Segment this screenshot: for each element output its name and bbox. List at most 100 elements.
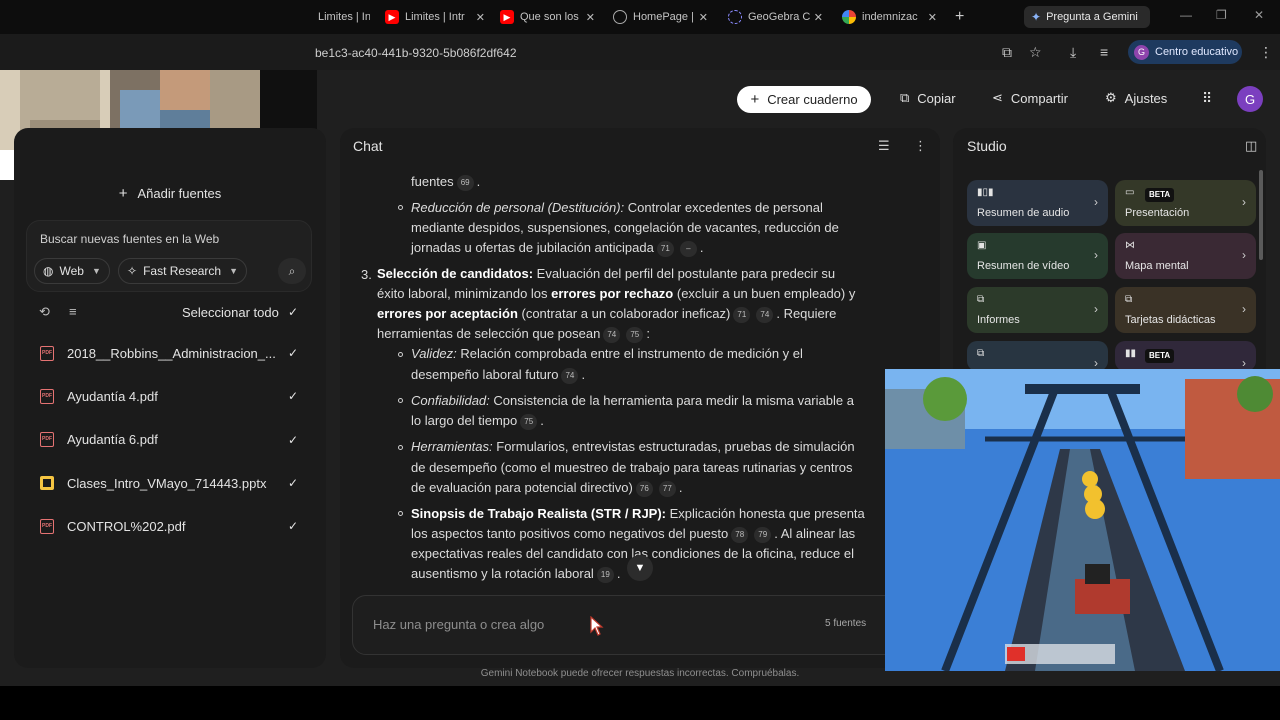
sort-icon[interactable]: ≡ [69, 304, 77, 319]
citation-chip[interactable]: 77 [658, 480, 676, 497]
maximize-icon[interactable]: ❐ [1216, 8, 1227, 22]
chat-options-icon[interactable]: ☰ [878, 138, 890, 154]
source-item[interactable]: PDF CONTROL%202.pdf [40, 516, 186, 536]
select-all-checkbox[interactable]: ✓ [286, 305, 300, 319]
settings-button[interactable]: ⚙ Ajustes [1105, 90, 1167, 106]
studio-card-video-summary[interactable]: ▣ Resumen de vídeo › [967, 233, 1108, 279]
address-bar [0, 34, 1280, 70]
studio-scrollbar[interactable] [1259, 170, 1263, 260]
browser-tab[interactable]: GeoGebra C ✕ [728, 6, 823, 28]
browser-tab[interactable]: HomePage | ✕ [613, 6, 708, 28]
source-item[interactable]: PDF 2018__Robbins__Administracion_... [40, 343, 276, 363]
share-label: Compartir [1010, 90, 1068, 106]
source-checkbox[interactable]: ✓ [286, 389, 300, 403]
citation-chip[interactable]: 78 [731, 526, 749, 543]
collapse-panel-icon[interactable]: ◫ [1245, 138, 1257, 154]
youtube-icon: ▶ [500, 10, 514, 24]
citation-chip[interactable]: 76 [635, 480, 653, 497]
scroll-down-button[interactable]: ▼ [627, 555, 653, 581]
mind-map-icon: ⋈ [1125, 240, 1135, 251]
studio-card-presentation[interactable]: ▭ BETA Presentación › [1115, 180, 1256, 226]
citation-chip[interactable]: 74 [756, 306, 774, 323]
settings-label: Ajustes [1124, 90, 1168, 106]
refresh-icon[interactable]: ⟲ [39, 304, 50, 320]
source-checkbox[interactable]: ✓ [286, 519, 300, 533]
research-chip-label: Fast Research [143, 264, 222, 278]
citation-chip[interactable]: 19 [596, 566, 614, 583]
plus-icon: + [118, 184, 128, 202]
new-tab-button[interactable]: + [955, 8, 964, 26]
minimize-icon[interactable]: — [1180, 8, 1192, 22]
create-notebook-button[interactable]: + Crear cuaderno [737, 86, 871, 113]
studio-card-audio-summary[interactable]: ▮▯▮ Resumen de audio › [967, 180, 1108, 226]
citation-chip[interactable]: 75 [626, 326, 644, 343]
citation-chip[interactable]: 79 [754, 526, 772, 543]
browser-menu-icon[interactable]: ⋮ [1259, 44, 1273, 61]
add-sources-button[interactable]: + Añadir fuentes [28, 180, 312, 206]
browser-tab[interactable]: ▶ Limites | Intr ✕ [385, 6, 485, 28]
chat-line: mediante despidos, suspensiones, congela… [411, 220, 839, 235]
apps-grid-icon[interactable]: ⠿ [1202, 90, 1212, 107]
citation-chip[interactable]: 71 [656, 240, 674, 257]
chat-line: de desempeño (como el muestreo de trabaj… [411, 460, 853, 475]
citation-chip[interactable]: – [679, 240, 697, 257]
studio-card-mind-map[interactable]: ⋈ Mapa mental › [1115, 233, 1256, 279]
citation-chip[interactable]: 71 [733, 306, 751, 323]
browser-tab[interactable]: ▶ Que son los ✕ [500, 6, 595, 28]
studio-card-partial-beta[interactable]: ▮▮ BETA › [1115, 341, 1256, 371]
share-button[interactable]: ⋖ Compartir [992, 90, 1068, 106]
audio-waveform-icon: ▮▯▮ [977, 187, 994, 198]
close-icon[interactable]: ✕ [928, 11, 937, 24]
source-count: 5 fuentes [825, 618, 867, 629]
slides-file-icon [40, 476, 54, 490]
tab-title: Que son los [520, 11, 579, 23]
studio-card-partial[interactable]: ⧉ › [967, 341, 1108, 371]
search-submit-button[interactable]: ⌕ [278, 258, 306, 284]
source-checkbox[interactable]: ✓ [286, 476, 300, 490]
download-icon[interactable]: ⤓ [1070, 44, 1076, 61]
ask-gemini-label: Pregunta a Gemini [1046, 11, 1138, 23]
copy-button[interactable]: ⧉ Copiar [900, 90, 956, 106]
window-close-icon[interactable]: ✕ [1254, 8, 1264, 22]
close-icon[interactable]: ✕ [814, 11, 823, 24]
chat-line: desempeño laboral futuro 74. [411, 367, 586, 384]
media-controls-icon[interactable]: ≡ [1100, 44, 1108, 60]
source-item[interactable]: Clases_Intro_VMayo_714443.pptx [40, 473, 266, 493]
profile-pill[interactable]: G Centro educativo [1128, 40, 1242, 64]
ask-gemini-button[interactable]: ✦ Pregunta a Gemini [1024, 6, 1150, 28]
close-icon[interactable]: ✕ [699, 11, 708, 24]
citation-chip[interactable]: 75 [520, 413, 538, 430]
video-icon: ▣ [977, 240, 987, 251]
browser-tab[interactable]: Limites | Intr [318, 6, 370, 28]
chevron-right-icon: › [1094, 302, 1098, 316]
source-item[interactable]: PDF Ayudantía 6.pdf [40, 429, 158, 449]
close-icon[interactable]: ✕ [476, 11, 485, 24]
source-item[interactable]: PDF Ayudantía 4.pdf [40, 386, 158, 406]
url-text[interactable]: be1c3-ac40-441b-9320-5b086f2df642 [315, 46, 517, 60]
chevron-right-icon: › [1094, 356, 1098, 370]
web-source-dropdown[interactable]: ◍ Web ▼ [34, 258, 110, 284]
chat-line: herramientas de selección que posean 74 75… [377, 326, 650, 343]
source-checkbox[interactable]: ✓ [286, 433, 300, 447]
search-icon: ⌕ [288, 263, 296, 278]
research-mode-dropdown[interactable]: ✧ Fast Research ▼ [118, 258, 248, 284]
citation-chip[interactable]: 69 [456, 174, 474, 191]
studio-card-flashcards[interactable]: ⧉ Tarjetas didácticas › [1115, 287, 1256, 333]
citation-chip[interactable]: 74 [603, 326, 621, 343]
studio-card-reports[interactable]: ⧉ Informes › [967, 287, 1108, 333]
close-icon[interactable]: ✕ [586, 11, 595, 24]
more-vert-icon[interactable]: ⋮ [914, 138, 927, 154]
source-checkbox[interactable]: ✓ [286, 346, 300, 360]
citation-chip[interactable]: 74 [561, 367, 579, 384]
tab-title: Limites | Intr [405, 11, 465, 23]
game-video-overlay [885, 369, 1280, 671]
source-name: Ayudantía 4.pdf [67, 388, 158, 404]
bookmark-star-icon[interactable]: ☆ [1029, 44, 1042, 61]
pdf-icon: PDF [40, 431, 54, 447]
chat-line: lo largo del tiempo 75. [411, 413, 544, 430]
install-app-icon[interactable]: ⧉ [1002, 44, 1012, 61]
avatar[interactable]: G [1237, 86, 1263, 112]
web-search-input[interactable]: Buscar nuevas fuentes en la Web [40, 232, 219, 246]
chat-line: ausentismo y la rotación laboral 19. [411, 566, 621, 583]
browser-tab[interactable]: indemnizac ✕ [842, 6, 937, 28]
